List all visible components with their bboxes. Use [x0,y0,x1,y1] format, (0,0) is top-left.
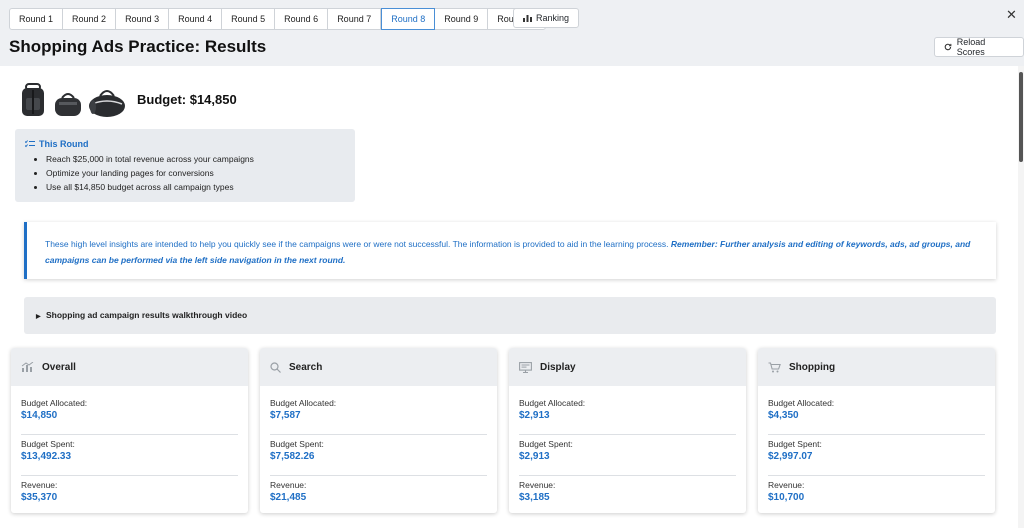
budget-spent-label: Budget Spent: [21,439,75,449]
card-header: Search [260,348,497,386]
tab-round-9[interactable]: Round 9 [435,9,489,29]
card-display: Display Budget Allocated: $2,913 Budget S… [509,348,746,513]
video-disclosure[interactable]: ▶ Shopping ad campaign results walkthrou… [24,297,996,334]
results-panel: Budget: $14,850 This Round Reach $25,000… [0,66,1018,528]
close-icon[interactable]: ✕ [1006,7,1017,23]
revenue-label: Revenue: [21,480,58,490]
card-header: Shopping [758,348,995,386]
budget-spent-label: Budget Spent: [768,439,822,449]
card-title: Display [540,361,576,373]
refresh-icon [944,43,952,51]
reload-label: Reload Scores [956,37,986,57]
revenue-value: $21,485 [270,492,307,503]
revenue-label: Revenue: [519,480,556,490]
card-shopping: Shopping Budget Allocated: $4,350 Budget … [758,348,995,513]
card-search: Search Budget Allocated: $7,587 Budget Sp… [260,348,497,513]
tab-round-6[interactable]: Round 6 [275,9,329,29]
cart-icon [768,361,781,372]
card-header: Display [509,348,746,386]
duffel-bag-small-image [55,93,81,116]
card-title: Search [289,361,323,373]
budget-spent-value: $2,997.07 [768,451,813,462]
revenue-value: $3,185 [519,492,550,503]
tab-round-4[interactable]: Round 4 [169,9,223,29]
this-round-label: This Round [39,139,89,149]
backpack-image [22,83,44,116]
metric-cards: Overall Budget Allocated: $14,850 Budget … [11,348,995,513]
tab-round-1[interactable]: Round 1 [10,9,64,29]
triangle-right-icon: ▶ [36,314,41,320]
this-round-heading: This Round [25,139,345,149]
budget-allocated-value: $14,850 [21,410,58,421]
card-title: Overall [42,361,76,373]
ranking-button[interactable]: Ranking [513,8,580,28]
revenue-label: Revenue: [768,480,805,490]
insight-note: These high level insights are intended t… [24,222,996,279]
budget-spent-value: $13,492.33 [21,451,72,462]
tab-round-5[interactable]: Round 5 [222,9,276,29]
card-overall: Overall Budget Allocated: $14,850 Budget … [11,348,248,513]
budget-spent-label: Budget Spent: [270,439,324,449]
duffel-bag-large-image [89,90,125,117]
reload-scores-button[interactable]: Reload Scores [934,37,1024,57]
ranking-label: Ranking [536,13,570,23]
card-title: Shopping [789,361,836,373]
bar-chart-icon [523,15,532,22]
budget-spent-label: Budget Spent: [519,439,573,449]
checklist-icon [25,140,35,148]
tab-round-2[interactable]: Round 2 [63,9,117,29]
search-icon [270,361,281,373]
list-item: Use all $14,850 budget across all campai… [46,180,345,194]
revenue-label: Revenue: [270,480,307,490]
budget-spent-value: $2,913 [519,451,550,462]
tab-round-3[interactable]: Round 3 [116,9,170,29]
scrollbar-thumb[interactable] [1019,72,1023,162]
goal-list: Reach $25,000 in total revenue across yo… [25,152,345,194]
tab-round-7[interactable]: Round 7 [328,9,382,29]
budget-spent-value: $7,582.26 [270,451,315,462]
budget-allocated-value: $7,587 [270,410,301,421]
revenue-value: $10,700 [768,492,805,503]
budget-title: Budget: $14,850 [137,92,237,107]
round-tabs: Round 1 Round 2 Round 3 Round 4 Round 5 … [9,8,547,30]
budget-allocated-value: $4,350 [768,410,799,421]
list-item: Reach $25,000 in total revenue across yo… [46,152,345,166]
chart-icon [21,361,34,372]
budget-allocated-value: $2,913 [519,410,550,421]
budget-allocated-label: Budget Allocated: [519,398,586,408]
revenue-value: $35,370 [21,492,58,503]
budget-allocated-label: Budget Allocated: [270,398,337,408]
monitor-icon [519,361,532,373]
scrollbar[interactable] [1018,66,1024,528]
budget-allocated-label: Budget Allocated: [21,398,88,408]
top-bar: Round 1 Round 2 Round 3 Round 4 Round 5 … [0,0,1024,66]
page-title: Shopping Ads Practice: Results [9,37,267,56]
list-item: Optimize your landing pages for conversi… [46,166,345,180]
this-round-box: This Round Reach $25,000 in total revenu… [15,129,355,202]
insight-text: These high level insights are intended t… [45,239,671,249]
card-header: Overall [11,348,248,386]
product-images [18,82,126,118]
tab-round-8[interactable]: Round 8 [381,8,436,30]
budget-allocated-label: Budget Allocated: [768,398,835,408]
video-label: Shopping ad campaign results walkthrough… [46,310,248,320]
